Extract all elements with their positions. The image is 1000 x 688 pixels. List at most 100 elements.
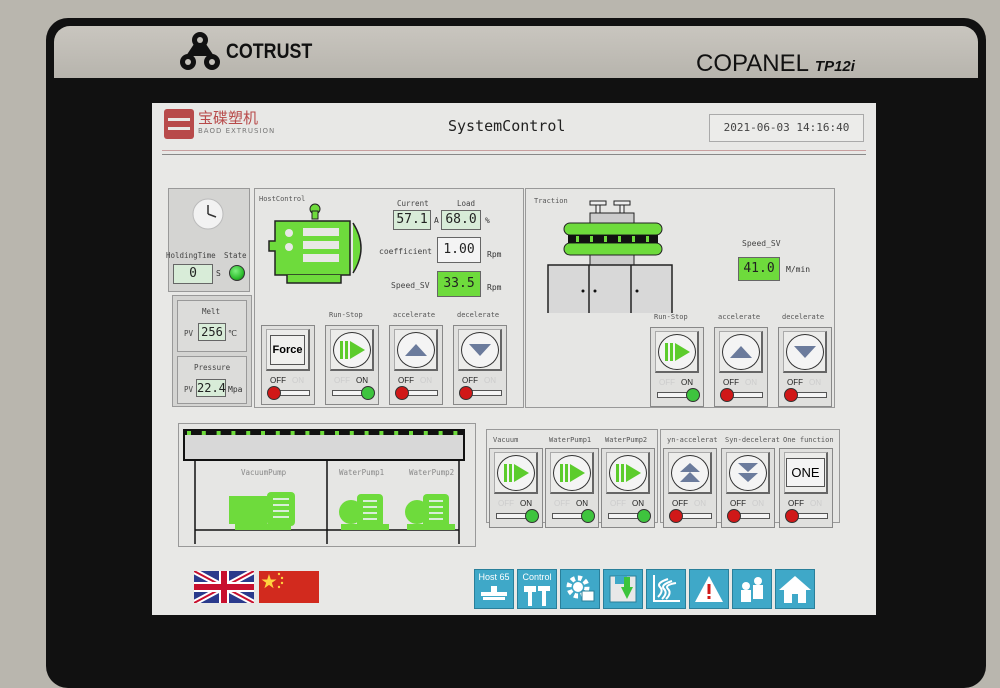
- on-off-toggle[interactable]: [785, 509, 828, 523]
- on-off-toggle[interactable]: [657, 388, 700, 402]
- on-label: ON: [810, 499, 822, 508]
- on-off-toggle[interactable]: [784, 388, 827, 402]
- toggle-knob[interactable]: [581, 509, 595, 523]
- cotrust-logo-icon: [180, 32, 220, 70]
- control-button-group: OFF ON: [601, 448, 655, 528]
- toggle-knob[interactable]: [395, 386, 409, 400]
- toolbar-button-users[interactable]: [732, 569, 772, 609]
- on-off-toggle[interactable]: [669, 509, 712, 523]
- toggle-knob[interactable]: [525, 509, 539, 523]
- toggle-knob[interactable]: [361, 386, 375, 400]
- toggle-knob[interactable]: [459, 386, 473, 400]
- toolbar-button-home[interactable]: [775, 569, 815, 609]
- on-off-toggle[interactable]: [332, 386, 375, 400]
- clock-icon: [192, 198, 224, 230]
- traction-machine-icon: [547, 200, 673, 313]
- users-icon: [736, 572, 768, 606]
- brand-name: COTRUST: [226, 40, 313, 63]
- run-stop-button[interactable]: [330, 329, 374, 371]
- on-label: ON: [356, 376, 368, 385]
- toggle-knob[interactable]: [720, 388, 734, 402]
- logo-chinese: 宝碟塑机: [198, 109, 259, 127]
- waterpump1-button[interactable]: [550, 452, 594, 494]
- syn-decelerat-button[interactable]: [726, 452, 770, 494]
- accelerate-button[interactable]: [719, 331, 763, 373]
- host-speed-input[interactable]: 33.5: [437, 271, 481, 297]
- off-label: OFF: [659, 378, 675, 387]
- arrow-down-icon: [785, 333, 824, 370]
- alarm-warning-icon: [693, 572, 725, 606]
- control-button-group: OFF ON: [489, 448, 543, 528]
- page-title: SystemControl: [448, 117, 566, 135]
- coefficient-input[interactable]: 1.00: [437, 237, 481, 263]
- run-stop-button[interactable]: [655, 331, 699, 373]
- force-button[interactable]: Force: [266, 329, 310, 371]
- toggle-knob[interactable]: [267, 386, 281, 400]
- off-label: OFF: [398, 376, 414, 385]
- toolbar-button-alarm-warning[interactable]: [689, 569, 729, 609]
- toggle-knob[interactable]: [785, 509, 799, 523]
- off-label: OFF: [498, 499, 514, 508]
- off-label: OFF: [270, 376, 286, 385]
- control-button-group: OFF ON: [663, 448, 717, 528]
- sync-control-panel: yn-accelerat OFF ON Syn-decelerat OFF ON One f…: [660, 429, 840, 528]
- traction-speed-unit: M/min: [786, 265, 811, 274]
- waterpump2-button[interactable]: [606, 452, 650, 494]
- toolbar-button-trend-chart[interactable]: [646, 569, 686, 609]
- button-label: WaterPump1: [549, 436, 592, 444]
- toolbar-button-save-download[interactable]: [603, 569, 643, 609]
- divider: [162, 154, 866, 155]
- on-off-toggle[interactable]: [727, 509, 770, 523]
- toolbar-label: Control: [522, 572, 552, 582]
- melt-pv-label: PV: [184, 329, 194, 338]
- divider: [162, 150, 866, 151]
- model-suffix: TP12i: [814, 58, 855, 75]
- control-button-group: OFF ON: [453, 325, 507, 405]
- on-off-toggle[interactable]: [608, 509, 651, 523]
- toggle-knob[interactable]: [686, 388, 700, 402]
- button-label: Run-Stop: [654, 313, 688, 321]
- toolbar-button-settings-gear[interactable]: [560, 569, 600, 609]
- vacuum-pump-icon: [229, 492, 295, 530]
- host-motor-icon: [268, 203, 362, 284]
- decelerate-button[interactable]: [783, 331, 827, 373]
- control-button-group: OFF ON: [714, 327, 768, 407]
- one-button-face: ONE: [786, 458, 825, 487]
- control-button-group: ONE OFF ON: [779, 448, 833, 528]
- holding-time-value[interactable]: 0: [173, 264, 213, 284]
- toolbar-button-tools[interactable]: Control: [517, 569, 557, 609]
- accelerate-button[interactable]: [394, 329, 438, 371]
- load-label: Load: [457, 199, 476, 208]
- off-label: OFF: [334, 376, 350, 385]
- toggle-knob[interactable]: [637, 509, 651, 523]
- pressure-pv-label: PV: [184, 385, 194, 394]
- on-off-toggle[interactable]: [267, 386, 310, 400]
- on-off-toggle[interactable]: [395, 386, 438, 400]
- water-pump-2-label: WaterPump2: [409, 468, 455, 477]
- arrow-down-icon: [460, 331, 499, 368]
- button-label: accelerate: [393, 311, 436, 319]
- on-off-toggle[interactable]: [496, 509, 539, 523]
- vacuum-button[interactable]: [494, 452, 538, 494]
- uk-flag-icon[interactable]: [194, 571, 254, 603]
- decelerate-button[interactable]: [458, 329, 502, 371]
- one-function-button[interactable]: ONE: [784, 452, 828, 494]
- off-label: OFF: [462, 376, 478, 385]
- on-off-toggle[interactable]: [459, 386, 502, 400]
- yn-accelerat-button[interactable]: [668, 452, 712, 494]
- china-flag-icon[interactable]: [259, 571, 319, 603]
- traction-speed-input[interactable]: 41.0: [738, 257, 780, 281]
- current-unit: A: [434, 216, 439, 225]
- pressure-box: Pressure PV 22.4 Mpa: [177, 356, 247, 404]
- melt-box: Melt PV 256 ℃: [177, 300, 247, 352]
- toggle-knob[interactable]: [669, 509, 683, 523]
- double-arrow-down-icon: [728, 454, 767, 491]
- toggle-knob[interactable]: [727, 509, 741, 523]
- on-off-toggle[interactable]: [552, 509, 595, 523]
- toolbar-button-extruder[interactable]: Host 65: [474, 569, 514, 609]
- control-button-group: OFF ON: [545, 448, 599, 528]
- state-indicator: [229, 265, 245, 281]
- on-off-toggle[interactable]: [720, 388, 763, 402]
- screen-header: 宝碟塑机 BAOD EXTRUSION SystemControl 2021-0…: [152, 103, 876, 145]
- toggle-knob[interactable]: [784, 388, 798, 402]
